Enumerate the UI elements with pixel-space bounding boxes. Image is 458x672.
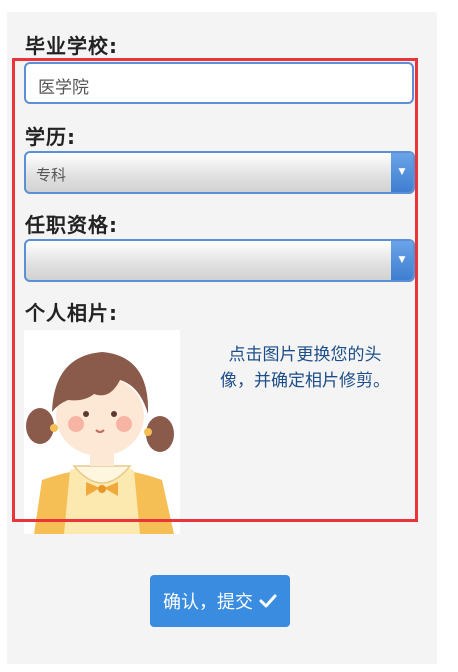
qualification-select[interactable]: ▼ [24, 239, 415, 282]
education-label: 学历: [25, 125, 76, 149]
qualification-select-arrow[interactable]: ▼ [391, 241, 413, 280]
education-select-value: 专科 [36, 166, 67, 184]
check-icon [259, 594, 277, 608]
submit-button-label: 确认，提交 [163, 592, 253, 613]
chevron-down-icon: ▼ [398, 255, 406, 265]
school-label: 毕业学校: [25, 34, 118, 58]
page: 毕业学校: 医学院 学历: 专科 ▼ 任职资格: ▼ 个人相片: 点击图片更换您… [0, 0, 458, 672]
photo-hint-text: 点击图片更换您的头像，并确定相片修剪。 [220, 345, 390, 391]
school-input[interactable]: 医学院 [24, 62, 414, 104]
photo-label: 个人相片: [25, 301, 118, 325]
submit-button[interactable]: 确认，提交 [150, 575, 290, 627]
avatar-photo[interactable] [24, 330, 180, 534]
chevron-down-icon: ▼ [398, 167, 406, 177]
avatar-illustration [26, 352, 174, 534]
education-select[interactable]: 专科 ▼ [24, 151, 415, 194]
education-select-arrow[interactable]: ▼ [391, 153, 413, 192]
qualification-label: 任职资格: [25, 213, 118, 237]
